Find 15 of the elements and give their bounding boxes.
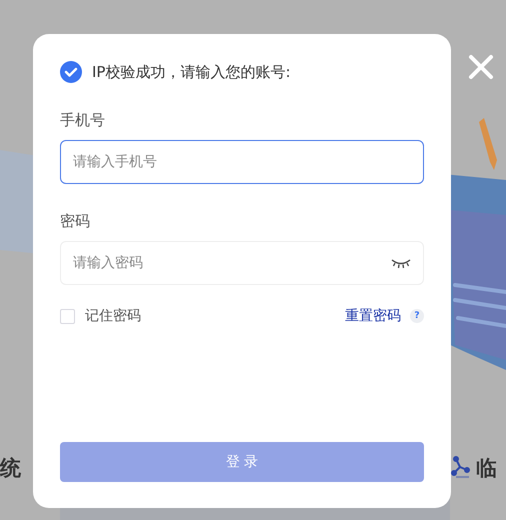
checkbox-label: 记住密码 [85, 307, 141, 325]
field-label: 手机号 [60, 111, 105, 130]
help-icon[interactable]: ? [410, 309, 424, 323]
feature-label: 临 [476, 458, 497, 479]
field-label: 密码 [60, 212, 90, 231]
check-icon [60, 61, 82, 83]
network-icon [450, 455, 470, 479]
close-icon[interactable] [468, 54, 494, 80]
notice-text: IP校验成功，请输入您的账号: [92, 62, 291, 82]
password-field[interactable]: 请输入密码 [60, 241, 424, 285]
phone-field[interactable]: 请输入手机号 [60, 140, 424, 184]
feature-label: 统 [0, 458, 21, 479]
reset-password-link[interactable]: 重置密码 [345, 307, 401, 325]
checkbox[interactable] [60, 308, 75, 324]
closed-eye-icon[interactable] [391, 257, 411, 269]
